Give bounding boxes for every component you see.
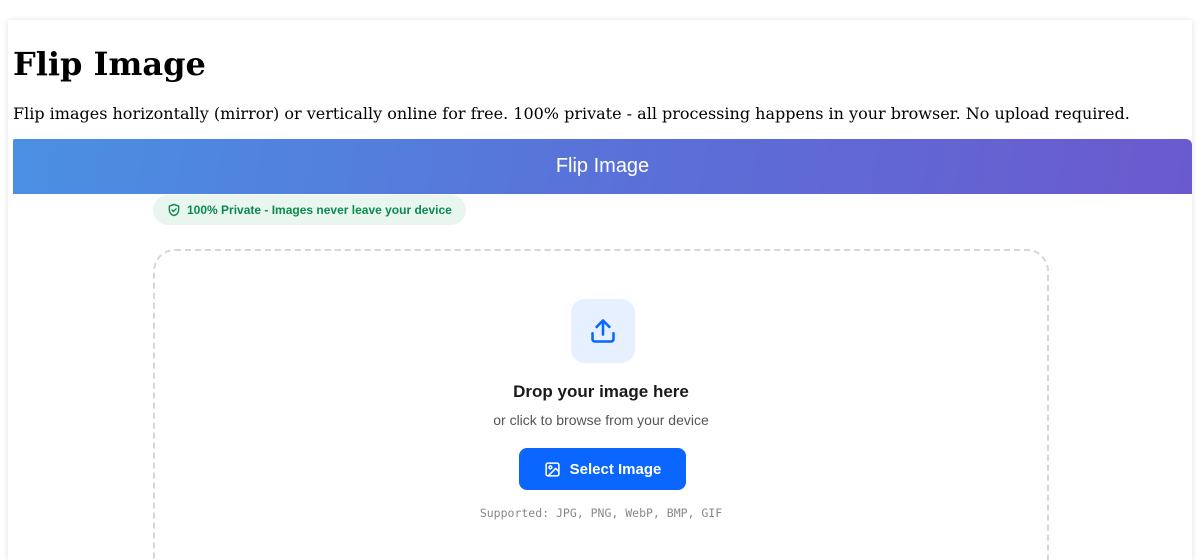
page-title: Flip Image: [13, 45, 206, 83]
image-icon: [544, 461, 560, 477]
tool-header: Flip Image: [13, 139, 1192, 194]
tool-header-title: Flip Image: [555, 155, 650, 177]
page-description: Flip images horizontally (mirror) or ver…: [13, 104, 1130, 123]
select-image-button[interactable]: Select Image: [519, 448, 686, 490]
supported-formats: Supported: JPG, PNG, WebP, BMP, GIF: [479, 506, 723, 520]
upload-icon-tile: [571, 299, 635, 363]
shield-check-icon: [168, 203, 180, 217]
upload-icon: [591, 319, 615, 343]
drop-title: Drop your image here: [513, 382, 689, 401]
page-card: Flip Image Flip images horizontally (mir…: [8, 20, 1192, 560]
drop-zone[interactable]: Drop your image here or click to browse …: [153, 249, 1049, 560]
select-image-label: Select Image: [569, 460, 662, 478]
drop-subtitle: or click to browse from your device: [493, 412, 709, 428]
privacy-badge-text: 100% Private - Images never leave your d…: [187, 203, 452, 217]
privacy-badge: 100% Private - Images never leave your d…: [153, 195, 466, 225]
